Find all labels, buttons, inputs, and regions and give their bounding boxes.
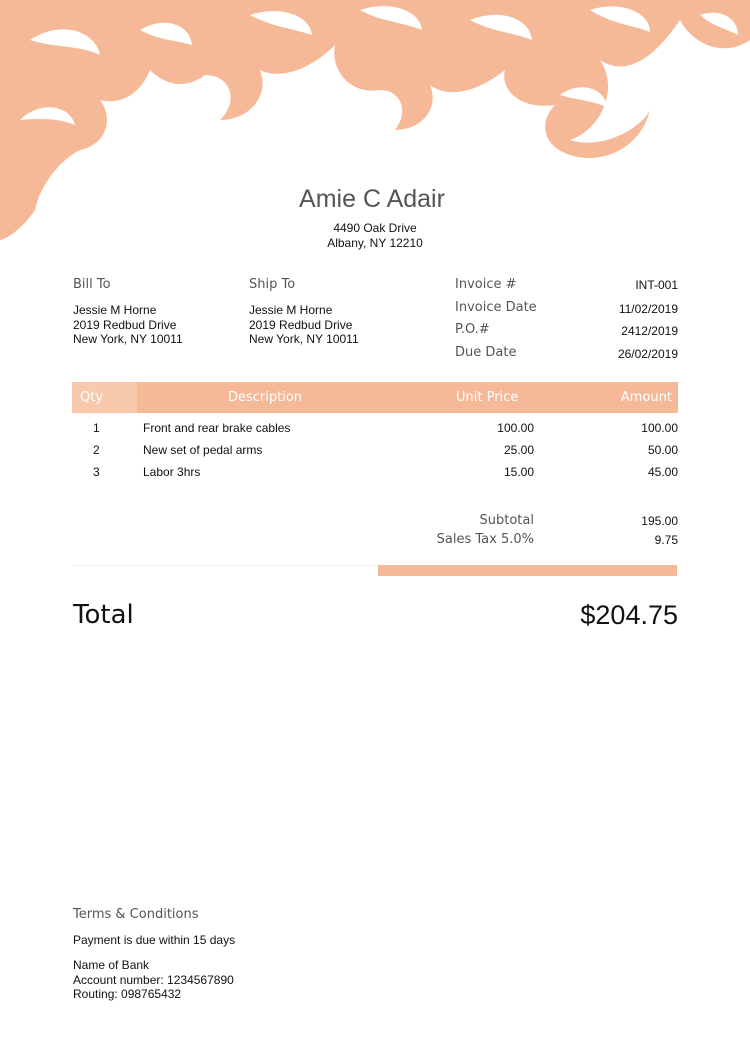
row-2-amount: 50.00 [647, 443, 678, 457]
ship-to-line1: 2019 Redbud Drive [249, 317, 353, 332]
sales-tax-label: Sales Tax 5.0% [436, 532, 534, 547]
bill-to-label: Bill To [73, 277, 111, 292]
qty-header: Qty [80, 390, 104, 405]
routing-number: Routing: 098765432 [73, 987, 182, 1001]
invoice-date-label: Invoice Date [455, 300, 537, 315]
sender-name: Amie C Adair [299, 185, 445, 213]
row-1-unit-price: 100.00 [497, 421, 534, 435]
row-2-unit-price: 25.00 [503, 443, 534, 457]
sales-tax-value: 9.75 [654, 533, 678, 547]
bill-to-line2: New York, NY 10011 [73, 332, 183, 346]
invoice-date-value: 11/02/2019 [618, 302, 678, 316]
ship-to-line2: New York, NY 10011 [249, 332, 359, 346]
bank-name: Name of Bank [73, 958, 150, 972]
po-number-value: 2412/2019 [621, 324, 678, 338]
unit-price-header: Unit Price [456, 390, 519, 405]
ship-to-block: Jessie M Horne 2019 Redbud Drive New Yor… [249, 303, 359, 347]
row-2-description: New set of pedal arms [143, 443, 263, 457]
due-date-value: 26/02/2019 [617, 347, 678, 361]
row-3-qty: 3 [93, 465, 100, 479]
total-accent-bar [378, 565, 677, 576]
amount-header: Amount [620, 390, 672, 405]
row-3-unit-price: 15.00 [503, 465, 534, 479]
payment-terms: Payment is due within 15 days [73, 933, 236, 947]
sender-address-line2: Albany, NY 12210 [327, 236, 423, 250]
sender-address-line1: 4490 Oak Drive [333, 221, 417, 235]
terms-heading: Terms & Conditions [73, 907, 199, 922]
items-table-header: Qty Description Unit Price Amount [72, 382, 678, 413]
row-3-description: Labor 3hrs [143, 465, 201, 479]
ship-to-label: Ship To [249, 277, 296, 292]
total-label: Total [73, 600, 134, 630]
ship-to-name: Jessie M Horne [249, 303, 333, 317]
row-2-qty: 2 [93, 443, 100, 457]
row-1-description: Front and rear brake cables [143, 421, 291, 435]
row-1-amount: 100.00 [641, 421, 678, 435]
description-header: Description [228, 390, 303, 405]
account-number: Account number: 1234567890 [73, 972, 234, 987]
po-number-label: P.O.# [455, 322, 490, 337]
invoice-number-label: Invoice # [455, 277, 517, 292]
bill-to-block: Jessie M Horne 2019 Redbud Drive New Yor… [73, 303, 183, 347]
subtotal-value: 195.00 [641, 514, 678, 528]
due-date-label: Due Date [455, 345, 517, 360]
row-1-qty: 1 [93, 421, 100, 435]
row-3-amount: 45.00 [647, 465, 678, 479]
subtotal-label: Subtotal [479, 513, 534, 528]
invoice-number-value: INT-001 [635, 278, 678, 292]
total-value: $204.75 [580, 600, 678, 630]
bill-to-name: Jessie M Horne [73, 303, 157, 317]
bank-details: Name of Bank Account number: 1234567890 … [73, 958, 234, 1002]
bill-to-line1: 2019 Redbud Drive [73, 317, 177, 332]
